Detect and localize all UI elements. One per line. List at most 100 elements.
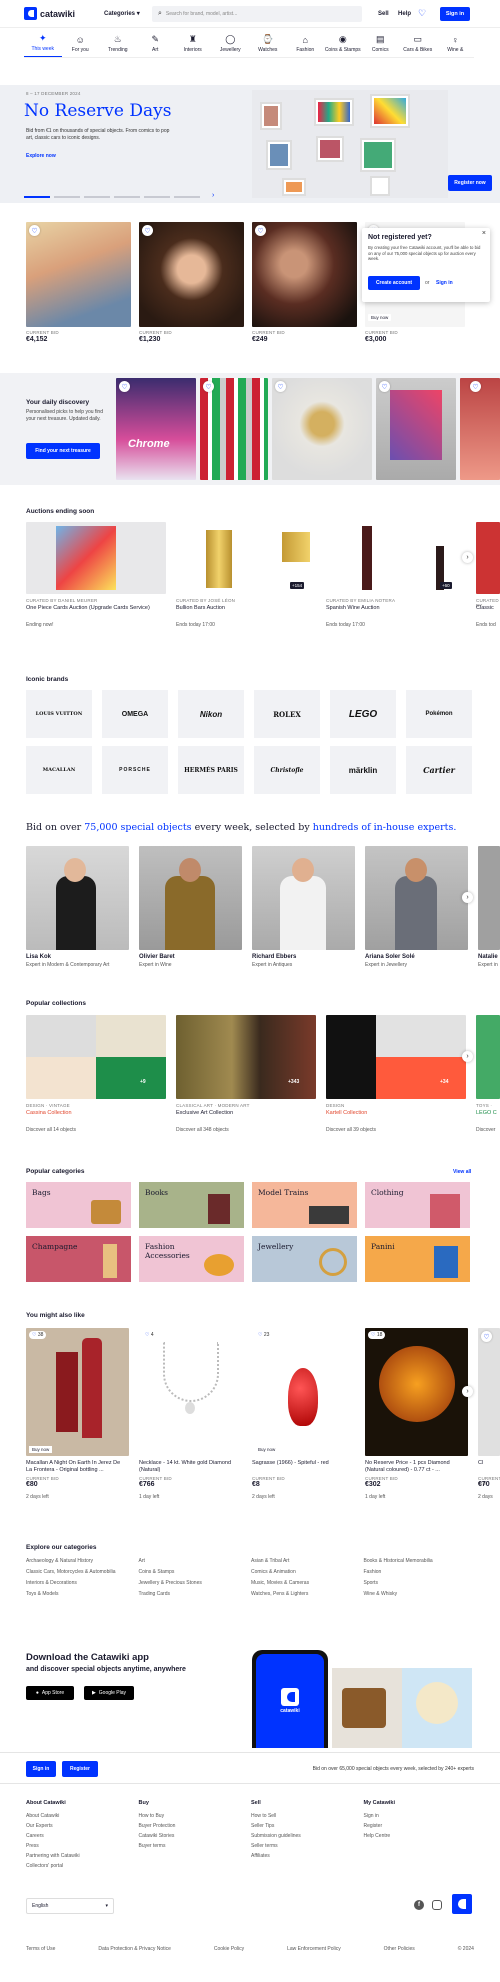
footer-link[interactable]: Partnering with Catawiki xyxy=(26,1851,139,1861)
chevron-right-icon[interactable]: › xyxy=(462,1386,473,1397)
explore-link[interactable]: Archaeology & Natural History xyxy=(26,1556,139,1567)
lot-title[interactable]: Cl xyxy=(478,1460,483,1466)
lot-title[interactable]: Necklace - 14 kt. White gold Diamond (Na… xyxy=(139,1460,239,1474)
category-tile[interactable]: Fashion Accessories xyxy=(139,1236,244,1282)
popup-sign-in-link[interactable]: Sign in xyxy=(436,280,453,286)
legal-link[interactable]: Terms of Use xyxy=(26,1946,55,1952)
heart-icon[interactable]: ♡ xyxy=(29,225,40,236)
discovery-card[interactable]: Chrome xyxy=(116,378,196,480)
brand-tile[interactable]: OMEGA xyxy=(102,690,168,738)
brand-tile[interactable]: HERMÈS PARIS xyxy=(178,746,244,794)
heart-icon[interactable]: ♡ xyxy=(418,8,426,19)
collection-image[interactable] xyxy=(176,1015,316,1099)
heart-icon[interactable]: ♡ xyxy=(275,381,286,392)
lot-image[interactable] xyxy=(365,1328,468,1456)
search-input[interactable]: ⌕ Search for brand, model, artist... xyxy=(152,6,362,22)
explore-link[interactable]: Fashion xyxy=(364,1567,477,1578)
heart-icon[interactable]: ♡ xyxy=(379,381,390,392)
explore-link[interactable]: Watches, Pens & Lighters xyxy=(251,1589,364,1600)
tab-coins-stamps[interactable]: ◉ Coins & Stamps xyxy=(324,30,362,57)
create-account-button[interactable]: Create account xyxy=(368,276,420,290)
discovery-card[interactable] xyxy=(376,378,456,480)
lot-image[interactable] xyxy=(252,222,357,327)
footer-link[interactable]: About Catawiki xyxy=(26,1811,139,1821)
tab-jewellery[interactable]: ◯ Jewellery xyxy=(212,30,250,57)
explore-link[interactable]: Toys & Models xyxy=(26,1589,139,1600)
collection-image[interactable] xyxy=(26,1015,166,1099)
instagram-icon[interactable] xyxy=(432,1900,442,1910)
tab-watches[interactable]: ⌚ Watches xyxy=(249,30,287,57)
auction-name[interactable]: Bullion Bars Auction xyxy=(176,605,304,611)
footer-link[interactable]: Affiliates xyxy=(251,1851,364,1861)
collection-discover[interactable]: Discover all 39 objects xyxy=(326,1127,376,1133)
lot-image[interactable] xyxy=(252,1328,355,1456)
footer-link[interactable]: Press xyxy=(26,1841,139,1851)
chevron-right-icon[interactable]: › xyxy=(462,892,473,903)
discovery-card[interactable] xyxy=(460,378,500,480)
brand-tile[interactable]: Christofle xyxy=(254,746,320,794)
tab-wine-[interactable]: ♀ Wine & xyxy=(437,30,475,57)
find-treasure-button[interactable]: Find your next treasure xyxy=(26,443,100,459)
brand-tile[interactable]: LEGO xyxy=(330,690,396,738)
chevron-right-icon[interactable]: › xyxy=(462,552,473,563)
footer-link[interactable]: How to Sell xyxy=(251,1811,364,1821)
footer-link[interactable]: Submission guidelines xyxy=(251,1831,364,1841)
footer-sign-in-button[interactable]: Sign in xyxy=(26,1761,56,1777)
help-link[interactable]: Help xyxy=(398,11,411,17)
footer-link[interactable]: Register xyxy=(364,1821,477,1831)
brand-tile[interactable]: PORSCHE xyxy=(102,746,168,794)
tab-interiors[interactable]: ♜ Interiors xyxy=(174,30,212,57)
footer-link[interactable]: Our Experts xyxy=(26,1821,139,1831)
auction-image[interactable] xyxy=(476,522,500,594)
explore-link[interactable]: Trading Cards xyxy=(139,1589,252,1600)
footer-link[interactable]: Seller terms xyxy=(251,1841,364,1851)
legal-link[interactable]: Other Policies xyxy=(384,1946,415,1952)
category-tile[interactable]: Bags xyxy=(26,1182,131,1228)
footer-link[interactable]: How to Buy xyxy=(139,1811,252,1821)
category-tile[interactable]: Panini xyxy=(365,1236,470,1282)
lot-image[interactable] xyxy=(26,222,131,327)
logo[interactable]: catawiki xyxy=(24,7,75,20)
lot-title[interactable]: No Reserve Price - 1 pcs Diamond (Natura… xyxy=(365,1460,465,1474)
lot-image[interactable] xyxy=(478,1328,500,1456)
collection-name[interactable]: Kartell Collection xyxy=(326,1110,367,1116)
legal-link[interactable]: Law Enforcement Policy xyxy=(287,1946,341,1952)
explore-link[interactable]: Classic Cars, Motorcycles & Automobilia xyxy=(26,1567,139,1578)
collection-image[interactable] xyxy=(476,1015,500,1099)
explore-now-link[interactable]: Explore now xyxy=(26,153,56,159)
categories-dropdown[interactable]: Categories ▾ xyxy=(104,10,140,17)
footer-register-button[interactable]: Register xyxy=(62,1761,98,1777)
view-all-link[interactable]: View all xyxy=(453,1169,471,1175)
explore-link[interactable]: Comics & Animation xyxy=(251,1567,364,1578)
auction-name[interactable]: One Piece Cards Auction (Upgrade Cards S… xyxy=(26,605,154,612)
discovery-card[interactable] xyxy=(200,378,268,480)
lot-image[interactable] xyxy=(139,1328,242,1456)
heart-icon[interactable]: ♡ xyxy=(481,1331,492,1342)
likes-badge[interactable]: ♡ 38 xyxy=(29,1331,47,1339)
lot-title[interactable]: Macallan A Night On Earth In Jerez De La… xyxy=(26,1460,126,1474)
footer-link[interactable]: Seller Tips xyxy=(251,1821,364,1831)
likes-badge[interactable]: ♡ 23 xyxy=(255,1331,273,1339)
auction-name[interactable]: Classic xyxy=(476,605,494,611)
brand-tile[interactable]: märklin xyxy=(330,746,396,794)
footer-link[interactable]: Buyer Protection xyxy=(139,1821,252,1831)
collection-name[interactable]: LEGO C xyxy=(476,1110,497,1116)
brand-tile[interactable]: MACALLAN xyxy=(26,746,92,794)
discovery-card[interactable] xyxy=(272,378,372,480)
chevron-right-icon[interactable]: › xyxy=(212,192,214,199)
close-icon[interactable]: × xyxy=(482,230,486,237)
explore-link[interactable]: Music, Movies & Cameras xyxy=(251,1578,364,1589)
footer-link[interactable]: Careers xyxy=(26,1831,139,1841)
auction-name[interactable]: Spanish Wine Auction xyxy=(326,605,454,611)
brand-tile[interactable]: Nikon xyxy=(178,690,244,738)
footer-link[interactable]: Collectors' portal xyxy=(26,1861,139,1871)
explore-link[interactable]: Wine & Whisky xyxy=(364,1589,477,1600)
explore-link[interactable]: Art xyxy=(139,1556,252,1567)
app-store-button[interactable]: ● App Store xyxy=(26,1686,74,1700)
footer-link[interactable]: Catawiki Stories xyxy=(139,1831,252,1841)
lot-title[interactable]: Sagrasse (1966) - Spiteful - red xyxy=(252,1460,352,1467)
expert-photo[interactable] xyxy=(365,846,468,950)
tab-fashion[interactable]: ⌂ Fashion xyxy=(287,30,325,57)
collection-discover[interactable]: Discover all 348 objects xyxy=(176,1127,229,1133)
tab-trending[interactable]: ♨ Trending xyxy=(99,30,137,57)
